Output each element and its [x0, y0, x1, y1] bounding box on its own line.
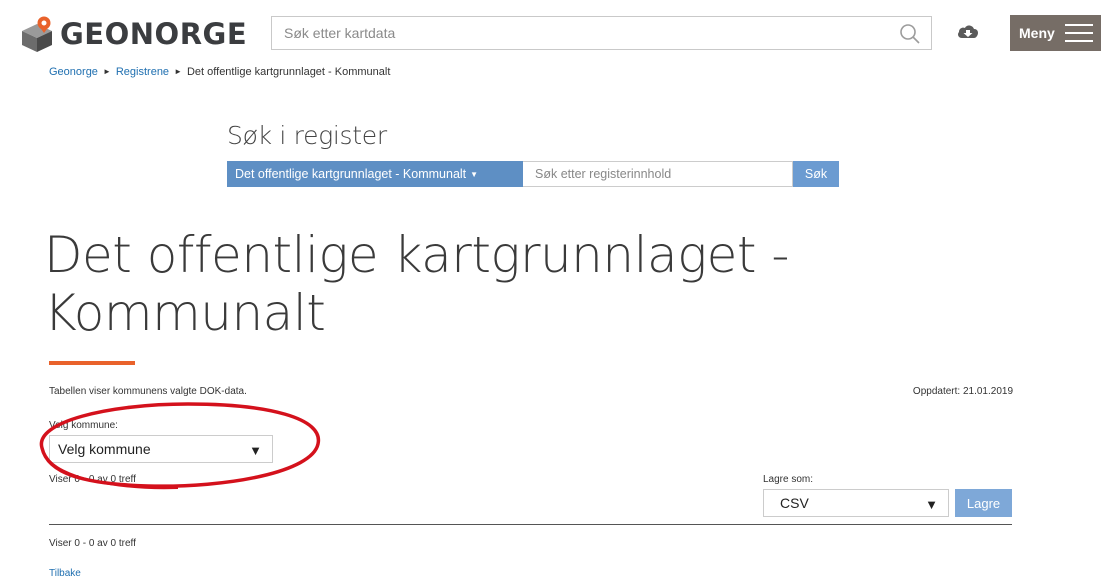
menu-label: Meny	[1019, 25, 1055, 41]
save-as-label: Lagre som:	[763, 474, 814, 485]
top-search-box	[271, 16, 932, 50]
format-select-value: CSV	[780, 495, 809, 511]
geonorge-logo[interactable]: GEONORGE	[20, 14, 247, 54]
page-title-line2: Kommunalt	[44, 284, 326, 342]
menu-button[interactable]: Meny	[1010, 15, 1101, 51]
page-title: Det offentlige kartgrunnlaget - Kommunal…	[44, 226, 944, 342]
page-description: Tabellen viser kommunens valgte DOK-data…	[49, 386, 247, 397]
register-search-title: Søk i register	[227, 121, 387, 150]
register-search-button[interactable]: Søk	[793, 161, 839, 187]
breadcrumb-separator-icon: ►	[174, 67, 182, 76]
search-icon[interactable]	[899, 23, 921, 50]
breadcrumb-separator-icon: ►	[102, 67, 111, 76]
format-select[interactable]: CSV ▼	[763, 489, 949, 517]
register-search-input[interactable]	[523, 161, 793, 187]
triangle-down-icon: ▼	[925, 497, 938, 512]
register-dropdown-label: Det offentlige kartgrunnlaget - Kommunal…	[235, 167, 467, 181]
top-search-input[interactable]	[272, 17, 872, 49]
back-link[interactable]: Tilbake	[49, 568, 81, 579]
geonorge-logo-icon	[20, 16, 54, 52]
breadcrumb-current: Det offentlige kartgrunnlaget - Kommunal…	[186, 66, 391, 78]
updated-date: Oppdatert: 21.01.2019	[912, 386, 1013, 397]
breadcrumb: Geonorge ► Registrene ► Det offentlige kartg…	[49, 66, 390, 78]
kommune-select-value: Velg kommune	[58, 441, 151, 457]
breadcrumb-link-registrene[interactable]: Registrene	[116, 66, 169, 78]
save-button[interactable]: Lagre	[955, 489, 1012, 517]
breadcrumb-link-geonorge[interactable]: Geonorge	[49, 66, 98, 78]
caret-down-icon: ▼	[470, 169, 479, 179]
title-accent-line	[49, 361, 135, 365]
page-title-line1: Det offentlige kartgrunnlaget -	[44, 226, 789, 284]
hamburger-icon	[1065, 23, 1093, 46]
logo-text: GEONORGE	[60, 17, 248, 51]
divider	[49, 524, 1012, 525]
register-search-bar: Det offentlige kartgrunnlaget - Kommunal…	[227, 161, 839, 187]
result-count-bottom: Viser 0 - 0 av 0 treff	[49, 538, 136, 549]
kommune-select[interactable]: Velg kommune ▼	[49, 435, 273, 463]
triangle-down-icon: ▼	[249, 443, 262, 458]
register-dropdown[interactable]: Det offentlige kartgrunnlaget - Kommunal…	[227, 161, 523, 187]
result-count-top: Viser 0 - 0 av 0 treff	[49, 474, 136, 485]
cloud-download-icon[interactable]	[957, 23, 979, 46]
kommune-label: Velg kommune:	[49, 420, 118, 431]
